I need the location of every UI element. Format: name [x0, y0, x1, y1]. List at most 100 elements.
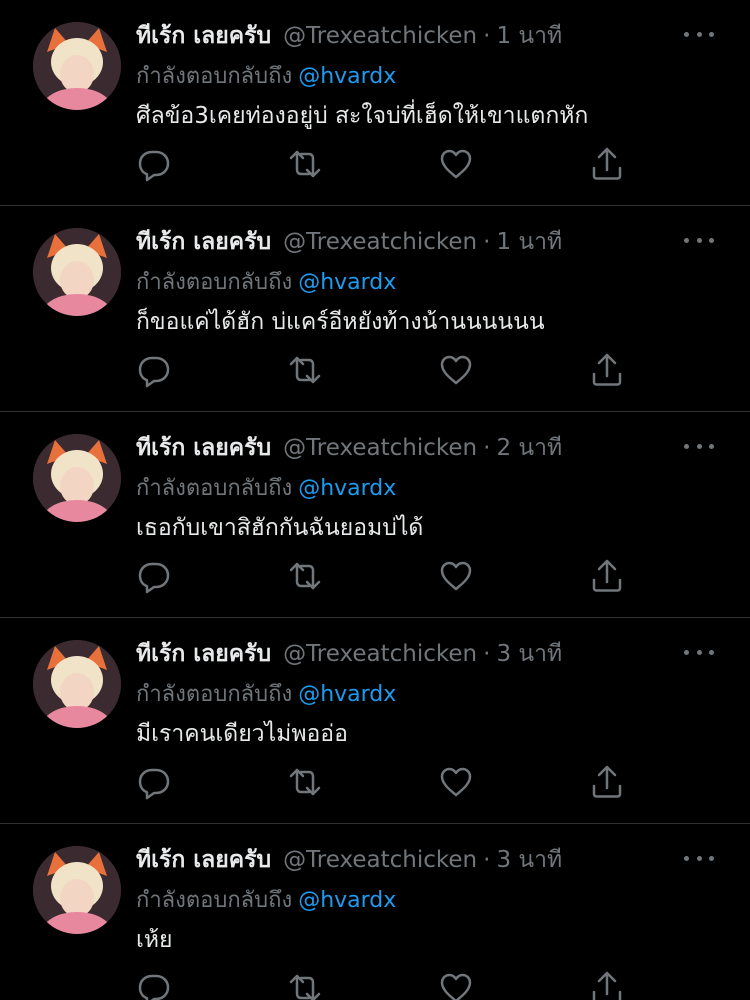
separator-dot: · — [483, 641, 491, 667]
separator-dot: · — [483, 229, 491, 255]
tweet-text: เห้ย — [136, 927, 173, 953]
tweet-text: ศีลข้อ3เคยท่องอยู่บ่ สะใจบ่ที่เฮ็ดให้เขา… — [136, 103, 589, 129]
avatar[interactable] — [33, 640, 121, 728]
tweet-header: ทีเร้ก เลยครับ @Trexeatchicken · 3 นาที — [136, 638, 562, 670]
reply-button[interactable] — [136, 146, 172, 182]
more-options-button[interactable] — [684, 434, 714, 458]
heart-icon — [440, 355, 472, 385]
user-handle[interactable]: @Trexeatchicken — [283, 641, 477, 667]
heart-icon — [440, 561, 472, 591]
like-button[interactable] — [438, 970, 474, 1000]
avatar[interactable] — [33, 434, 121, 522]
reply-context: กำลังตอบกลับถึง @hvardx — [136, 264, 396, 299]
avatar[interactable] — [33, 846, 121, 934]
timestamp[interactable]: 3 นาที — [496, 636, 562, 672]
retweet-button[interactable] — [287, 558, 323, 594]
retweet-icon — [289, 356, 321, 384]
retweet-button[interactable] — [287, 970, 323, 1000]
reply-context: กำลังตอบกลับถึง @hvardx — [136, 470, 396, 505]
reply-prefix: กำลังตอบกลับถึง — [136, 64, 293, 89]
user-handle[interactable]: @Trexeatchicken — [283, 435, 477, 461]
tweet-text: มีเราคนเดียวไม่พออ่อ — [136, 721, 348, 747]
display-name[interactable]: ทีเร้ก เลยครับ — [136, 842, 271, 878]
mention-link[interactable]: @hvardx — [298, 270, 396, 295]
mention-link[interactable]: @hvardx — [298, 888, 396, 913]
display-name[interactable]: ทีเร้ก เลยครับ — [136, 430, 271, 466]
like-button[interactable] — [438, 146, 474, 182]
reply-prefix: กำลังตอบกลับถึง — [136, 682, 293, 707]
separator-dot: · — [483, 435, 491, 461]
reply-button[interactable] — [136, 558, 172, 594]
share-button[interactable] — [589, 146, 625, 182]
more-icon — [684, 31, 689, 37]
more-options-button[interactable] — [684, 22, 714, 46]
heart-icon — [440, 149, 472, 179]
display-name[interactable]: ทีเร้ก เลยครับ — [136, 636, 271, 672]
timestamp[interactable]: 3 นาที — [496, 842, 562, 878]
reply-icon — [138, 356, 170, 388]
retweet-button[interactable] — [287, 146, 323, 182]
reply-context: กำลังตอบกลับถึง @hvardx — [136, 882, 396, 917]
tweet-header: ทีเร้ก เลยครับ @Trexeatchicken · 1 นาที — [136, 226, 562, 258]
more-options-button[interactable] — [684, 640, 714, 664]
share-icon — [592, 353, 622, 386]
share-button[interactable] — [589, 558, 625, 594]
tweet-header: ทีเร้ก เลยครับ @Trexeatchicken · 2 นาที — [136, 432, 562, 464]
mention-link[interactable]: @hvardx — [298, 64, 396, 89]
avatar[interactable] — [33, 22, 121, 110]
retweet-button[interactable] — [287, 764, 323, 800]
tweet-text: เธอกับเขาสิฮักกันฉันยอมบ่ได้ — [136, 515, 424, 541]
tweet-header: ทีเร้ก เลยครับ @Trexeatchicken · 1 นาที — [136, 20, 562, 52]
reply-context: กำลังตอบกลับถึง @hvardx — [136, 58, 396, 93]
share-icon — [592, 147, 622, 180]
reply-icon — [138, 150, 170, 182]
reply-button[interactable] — [136, 764, 172, 800]
retweet-icon — [289, 768, 321, 796]
reply-prefix: กำลังตอบกลับถึง — [136, 270, 293, 295]
tweet[interactable]: ทีเร้ก เลยครับ @Trexeatchicken · 3 นาที … — [0, 618, 750, 824]
like-button[interactable] — [438, 558, 474, 594]
share-icon — [592, 971, 622, 1000]
reply-button[interactable] — [136, 970, 172, 1000]
share-button[interactable] — [589, 764, 625, 800]
reply-button[interactable] — [136, 352, 172, 388]
user-handle[interactable]: @Trexeatchicken — [283, 847, 477, 873]
tweet[interactable]: ทีเร้ก เลยครับ @Trexeatchicken · 2 นาที … — [0, 412, 750, 618]
share-button[interactable] — [589, 970, 625, 1000]
tweet-actions — [136, 764, 636, 804]
display-name[interactable]: ทีเร้ก เลยครับ — [136, 224, 271, 260]
reply-icon — [138, 768, 170, 800]
tweet[interactable]: ทีเร้ก เลยครับ @Trexeatchicken · 3 นาที … — [0, 824, 750, 1000]
more-icon — [684, 855, 689, 861]
more-options-button[interactable] — [684, 228, 714, 252]
tweet-actions — [136, 146, 636, 186]
avatar[interactable] — [33, 228, 121, 316]
tweet-actions — [136, 970, 636, 1000]
timestamp[interactable]: 1 นาที — [496, 18, 562, 54]
more-icon — [684, 237, 689, 243]
timestamp[interactable]: 2 นาที — [496, 430, 562, 466]
heart-icon — [440, 767, 472, 797]
like-button[interactable] — [438, 764, 474, 800]
tweet[interactable]: ทีเร้ก เลยครับ @Trexeatchicken · 1 นาที … — [0, 206, 750, 412]
tweet-header: ทีเร้ก เลยครับ @Trexeatchicken · 3 นาที — [136, 844, 562, 876]
separator-dot: · — [483, 23, 491, 49]
tweet-actions — [136, 558, 636, 598]
tweet-text: ก็ขอแค่ได้ฮัก บ่แคร์อีหยังท้างน้านนนนนน — [136, 309, 545, 335]
user-handle[interactable]: @Trexeatchicken — [283, 229, 477, 255]
retweet-icon — [289, 974, 321, 1000]
share-button[interactable] — [589, 352, 625, 388]
reply-icon — [138, 562, 170, 594]
mention-link[interactable]: @hvardx — [298, 682, 396, 707]
mention-link[interactable]: @hvardx — [298, 476, 396, 501]
display-name[interactable]: ทีเร้ก เลยครับ — [136, 18, 271, 54]
more-icon — [684, 649, 689, 655]
more-options-button[interactable] — [684, 846, 714, 870]
user-handle[interactable]: @Trexeatchicken — [283, 23, 477, 49]
retweet-button[interactable] — [287, 352, 323, 388]
tweet[interactable]: ทีเร้ก เลยครับ @Trexeatchicken · 1 นาที … — [0, 0, 750, 206]
timestamp[interactable]: 1 นาที — [496, 224, 562, 260]
timeline-feed: ทีเร้ก เลยครับ @Trexeatchicken · 1 นาที … — [0, 0, 750, 1000]
like-button[interactable] — [438, 352, 474, 388]
reply-icon — [138, 974, 170, 1000]
